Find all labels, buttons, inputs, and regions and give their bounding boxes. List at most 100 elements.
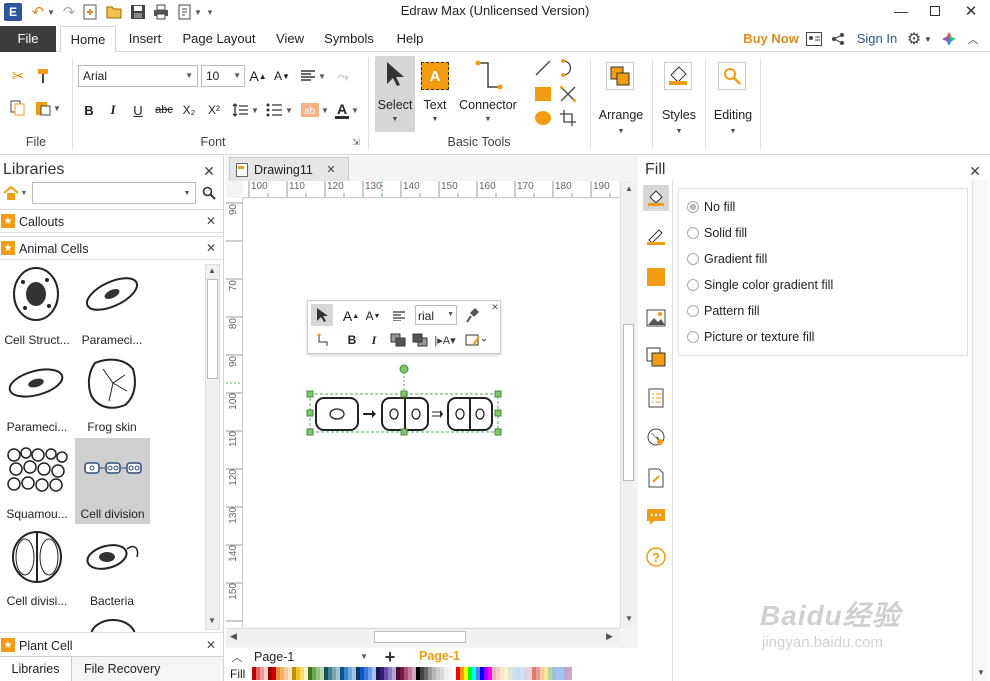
arc-tool-icon[interactable] [557,58,579,78]
shape-cell-division-2[interactable]: Cell divisi... [0,525,74,611]
crop-tool-icon[interactable] [557,108,579,128]
cell-division-shape[interactable] [300,362,510,440]
highlight-icon[interactable]: ab [299,100,321,120]
mini-select-icon[interactable] [311,304,333,326]
tab-help[interactable]: Help [390,26,430,52]
scrollbar-thumb[interactable] [374,631,466,643]
tab-view[interactable]: View [270,26,310,52]
mini-format-painter-icon[interactable] [463,305,483,325]
gradient-fill-radio[interactable] [687,253,699,265]
minimize-icon[interactable]: — [886,0,916,22]
buy-now-link[interactable]: Buy Now [740,26,802,52]
ellipse-tool-icon[interactable] [532,108,554,128]
mini-bold-button[interactable]: B [344,330,360,350]
page-tab-active[interactable]: Page-1 [419,649,460,663]
tab-symbols[interactable]: Symbols [318,26,380,52]
font-dialog-launcher-icon[interactable]: ⇲ [350,136,362,148]
tab-file-recovery[interactable]: File Recovery [84,657,160,681]
cut-icon[interactable]: ✂ [8,66,28,86]
mini-grow-font-button[interactable]: A ▲ [342,306,360,326]
mini-align-icon[interactable] [388,306,410,326]
scroll-down-icon[interactable]: ▼ [625,614,633,623]
settings-dropdown-icon[interactable]: ▼ [924,32,932,46]
selected-shape-group[interactable] [300,362,510,440]
fill-panel-scrollbar[interactable]: ▼ [972,180,988,681]
format-painter-icon[interactable] [34,66,54,86]
tab-home[interactable]: Home [60,26,116,53]
cross-tool-icon[interactable] [557,84,579,104]
settings-gear-icon[interactable]: ⚙ [905,30,923,48]
file-tab[interactable]: File [0,26,56,52]
mini-bring-front-icon[interactable] [388,330,408,350]
library-section-animal-cells[interactable]: ★ Animal Cells ✕ [0,236,223,260]
text-button[interactable]: A Text ▼ [418,56,452,132]
mini-font-select[interactable]: rial ▼ [415,305,457,325]
font-color-button[interactable]: A [334,100,350,120]
close-section-icon[interactable]: ✕ [204,214,218,228]
select-button[interactable]: Select ▼ [375,56,415,132]
line-tool-icon[interactable] [532,58,554,78]
editing-button[interactable]: Editing ▼ [709,56,757,146]
page-list-icon[interactable]: ︿ [230,650,244,664]
mini-text-style-icon[interactable]: |▸A▾ [432,330,458,350]
search-dropdown-icon[interactable]: ▼ [182,186,192,200]
scroll-up-icon[interactable]: ▲ [208,266,216,275]
mini-connector-icon[interactable] [313,330,337,350]
bold-button[interactable]: B [80,100,98,120]
shape-bacteria[interactable]: Bacteria [75,525,149,611]
font-color-dropdown-icon[interactable]: ▼ [351,104,359,116]
strikethrough-button[interactable]: abc [152,100,176,120]
color-swatch[interactable] [568,667,572,680]
scroll-down-icon[interactable]: ▼ [977,668,985,677]
add-page-icon[interactable]: + [382,647,398,667]
canvas-horizontal-scrollbar[interactable]: ◀ ▶ [226,628,620,644]
shape-cell-division[interactable]: Cell division [75,438,150,524]
close-tab-icon[interactable]: ✕ [324,162,338,176]
library-home-icon[interactable] [2,184,20,202]
scrollbar-thumb[interactable] [623,324,634,481]
shape-squamous[interactable]: Squamou... [0,438,74,524]
paste-icon[interactable] [33,98,53,118]
picture-texture-fill-radio[interactable] [687,331,699,343]
canvas-vertical-scrollbar[interactable]: ▲ ▼ [620,181,636,628]
line-spacing-icon[interactable] [229,100,251,120]
mini-shrink-font-button[interactable]: A ▼ [364,306,382,326]
close-section-icon[interactable]: ✕ [204,241,218,255]
font-name-select[interactable]: Arial ▼ [78,65,198,87]
underline-button[interactable]: U [129,100,147,120]
theme-icon[interactable] [940,30,958,48]
scroll-right-icon[interactable]: ▶ [606,631,613,642]
scroll-down-icon[interactable]: ▼ [208,616,216,625]
close-window-icon[interactable]: ✕ [956,0,986,22]
collapse-ribbon-icon[interactable]: ︿ [966,32,980,46]
arrange-button[interactable]: Arrange ▼ [594,56,648,146]
search-icon[interactable] [200,184,218,202]
page-select[interactable]: Page-1 ▼ [252,649,370,665]
copy-icon[interactable] [8,98,28,118]
tab-libraries[interactable]: Libraries [0,657,72,681]
share-icon[interactable] [830,31,846,47]
scrollbar-thumb[interactable] [207,279,218,379]
library-home-dropdown-icon[interactable]: ▼ [20,186,28,200]
shape-cell-structure[interactable]: Cell Struct... [0,264,74,350]
doc-tab[interactable]: Drawing11 ✕ [229,157,349,181]
mini-send-back-icon[interactable] [410,330,430,350]
align-dropdown-icon[interactable]: ▼ [318,70,326,82]
library-section-callouts[interactable]: ★ Callouts ✕ [0,209,223,233]
align-icon[interactable] [298,66,318,86]
sign-in-link[interactable]: Sign In [854,26,900,52]
library-search-input[interactable] [32,182,196,204]
library-section-plant-cell[interactable]: ★ Plant Cell ✕ [0,632,223,656]
no-fill-radio[interactable] [687,201,699,213]
shape-partial[interactable] [75,614,149,632]
bullets-icon[interactable] [263,100,285,120]
connector-button[interactable]: Connector ▼ [456,56,520,132]
close-libraries-icon[interactable]: ✕ [200,162,218,180]
paste-dropdown-icon[interactable]: ▼ [53,102,61,114]
mini-close-icon[interactable]: ✕ [490,302,500,312]
library-scrollbar[interactable]: ▲ ▼ [205,264,220,630]
single-color-gradient-fill-radio[interactable] [687,279,699,291]
solid-fill-radio[interactable] [687,227,699,239]
pattern-fill-radio[interactable] [687,305,699,317]
maximize-icon[interactable] [920,0,950,22]
